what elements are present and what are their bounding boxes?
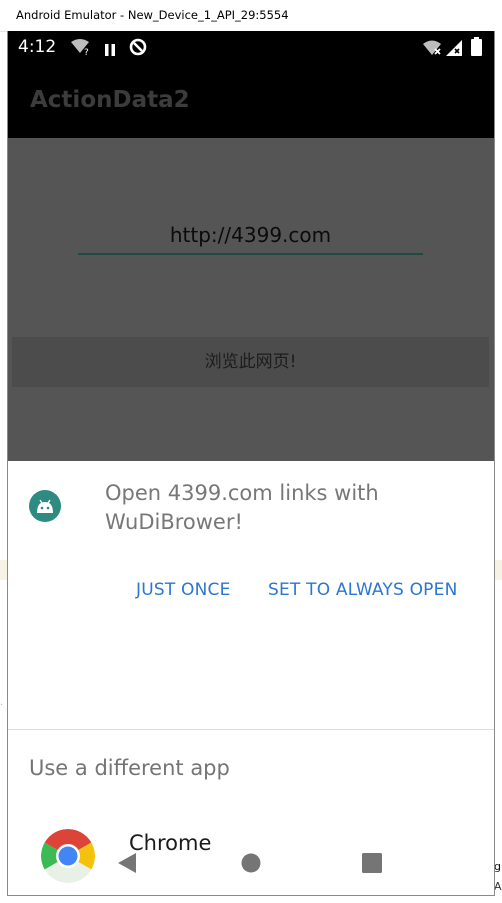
emulator-titlebar: Android Emulator - New_Device_1_API_29:5… (0, 0, 502, 32)
dialog-title: Open 4399.com links with WuDiBrower! (105, 481, 379, 534)
background-strip (494, 560, 502, 580)
app-toolbar: ActionData2 (8, 63, 494, 138)
background-window-text: g (494, 860, 501, 873)
battery-icon (471, 37, 482, 60)
always-open-button[interactable]: SET TO ALWAYS OPEN (268, 580, 458, 600)
status-bar: 4:12 ? (8, 31, 494, 63)
different-app-heading: Use a different app (29, 756, 230, 780)
wifi-unknown-icon: ? (70, 39, 92, 59)
home-icon[interactable] (241, 853, 261, 877)
recents-icon[interactable] (362, 853, 382, 877)
just-once-button[interactable]: JUST ONCE (136, 580, 231, 600)
window-border (7, 895, 495, 896)
url-input[interactable]: http://4399.com (78, 219, 423, 255)
svg-text:?: ? (84, 48, 89, 55)
sync-circle-icon (129, 38, 147, 60)
window-border (494, 31, 495, 896)
open-with-dialog: Open 4399.com links with WuDiBrower! JUS… (8, 461, 494, 895)
background-window-text: Ar (494, 880, 502, 893)
android-app-icon (29, 490, 61, 522)
status-time: 4:12 (18, 37, 57, 57)
divider (8, 729, 494, 730)
background-strip (0, 560, 7, 580)
navigation-bar (8, 843, 494, 895)
emulator-window-title: Android Emulator - New_Device_1_API_29:5… (16, 8, 289, 22)
browse-button[interactable]: 浏览此网页! (12, 337, 489, 387)
window-border (7, 31, 8, 896)
app-title: ActionData2 (30, 87, 190, 113)
wifi-off-icon (422, 39, 468, 61)
back-icon[interactable] (117, 852, 137, 878)
background-window-edge (494, 31, 502, 903)
emulator-screen: 4:12 ? ActionData2 http://4399.com 浏览此网页… (8, 31, 494, 895)
background-fragment: · (0, 700, 4, 711)
pause-icon (104, 41, 116, 60)
